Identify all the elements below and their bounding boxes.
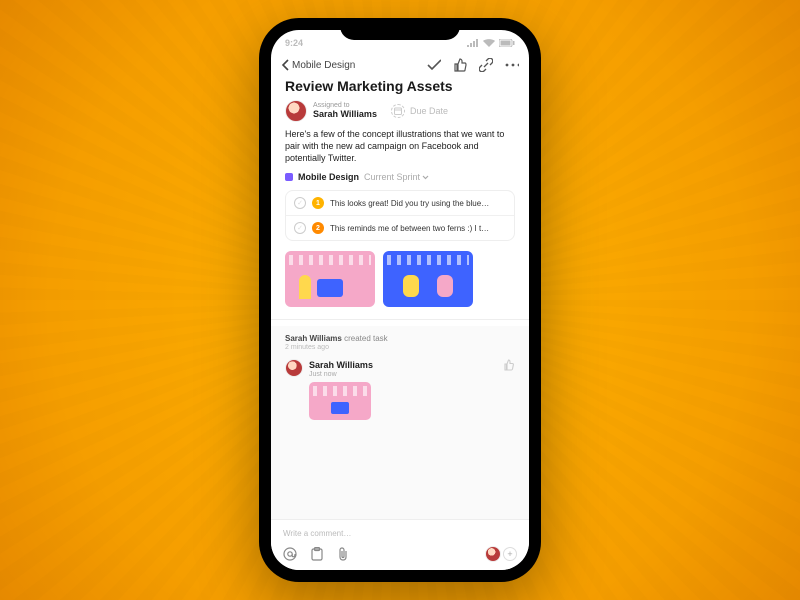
more-button[interactable]	[505, 58, 519, 72]
assignee-avatar	[285, 100, 307, 122]
collaborator-avatar	[485, 546, 501, 562]
activity-entry: Sarah Williams created task	[285, 334, 515, 343]
comment-time: Just now	[309, 371, 515, 378]
comment-avatar	[285, 359, 303, 377]
comment-like-button[interactable]	[503, 359, 515, 371]
nav-bar: Mobile Design	[271, 56, 529, 76]
subtask-list: 1 This looks great! Did you try using th…	[285, 190, 515, 241]
back-label: Mobile Design	[292, 60, 355, 71]
due-date-field[interactable]: Due Date	[391, 104, 448, 118]
activity-section: Sarah Williams created task 2 minutes ag…	[271, 326, 529, 519]
due-label: Due Date	[410, 106, 448, 116]
subtask-text: This reminds me of between two ferns :) …	[330, 224, 506, 233]
assignee-name: Sarah Williams	[313, 110, 377, 120]
battery-icon	[499, 39, 515, 47]
sprint-selector[interactable]: Current Sprint	[364, 172, 429, 182]
comment-entry: Sarah Williams Just now	[285, 359, 515, 420]
project-color-icon	[285, 173, 293, 181]
phone-frame: 9:24 Mobile Design Review Marketing Asse…	[259, 18, 541, 582]
task-title: Review Marketing Assets	[285, 78, 515, 94]
comment-composer: Write a comment… +	[271, 519, 529, 570]
back-button[interactable]: Mobile Design	[281, 59, 355, 71]
add-collaborator-icon: +	[503, 547, 517, 561]
activity-time: 2 minutes ago	[285, 344, 515, 351]
phone-notch	[340, 18, 460, 40]
subtask-badge: 1	[312, 197, 324, 209]
checkbox-icon[interactable]	[294, 222, 306, 234]
status-indicators	[467, 39, 515, 47]
attachment-thumbnail[interactable]	[285, 251, 375, 307]
subtask-badge: 2	[312, 222, 324, 234]
attachment-row	[285, 251, 515, 307]
comment-author: Sarah Williams	[309, 360, 373, 370]
app-screen: 9:24 Mobile Design Review Marketing Asse…	[271, 30, 529, 570]
divider	[271, 319, 529, 320]
comment-attachment[interactable]	[309, 382, 371, 420]
mention-button[interactable]	[283, 547, 297, 561]
like-button[interactable]	[453, 58, 467, 72]
status-time: 9:24	[285, 38, 303, 48]
checkbox-icon[interactable]	[294, 197, 306, 209]
project-name: Mobile Design	[298, 172, 359, 182]
signal-icon	[467, 39, 479, 47]
subtask-text: This looks great! Did you try using the …	[330, 199, 506, 208]
task-description: Here's a few of the concept illustration…	[285, 128, 515, 164]
attachment-thumbnail[interactable]	[383, 251, 473, 307]
chevron-left-icon	[281, 59, 289, 71]
assignee-field[interactable]: Assigned to Sarah Williams	[285, 100, 377, 122]
calendar-icon	[391, 104, 405, 118]
chevron-down-icon	[422, 175, 429, 180]
clipboard-button[interactable]	[311, 547, 323, 561]
collaborators-button[interactable]: +	[485, 546, 517, 562]
subtask-item[interactable]: 2 This reminds me of between two ferns :…	[286, 216, 514, 240]
task-meta: Assigned to Sarah Williams Due Date	[285, 100, 515, 122]
comment-input[interactable]: Write a comment…	[283, 525, 517, 546]
subtask-item[interactable]: 1 This looks great! Did you try using th…	[286, 191, 514, 216]
wifi-icon	[483, 39, 495, 47]
complete-button[interactable]	[427, 58, 441, 72]
link-button[interactable]	[479, 58, 493, 72]
project-row[interactable]: Mobile Design Current Sprint	[285, 172, 515, 182]
attachment-button[interactable]	[337, 547, 349, 561]
